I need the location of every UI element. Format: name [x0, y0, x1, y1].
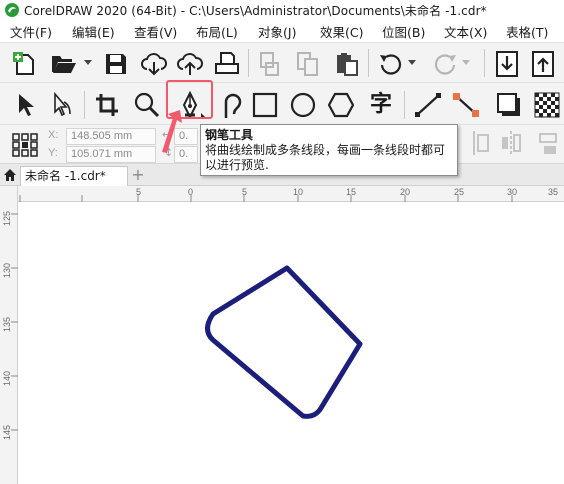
- menu-object[interactable]: 对象(J): [248, 22, 310, 41]
- document-tab[interactable]: 未命名 -1.cdr*: [20, 166, 128, 186]
- import-icon[interactable]: [496, 51, 518, 77]
- paste-icon[interactable]: [334, 51, 360, 77]
- new-document-icon[interactable]: [12, 51, 38, 77]
- drop-shadow-tool-icon[interactable]: [496, 92, 522, 118]
- menu-edit[interactable]: 编辑(E): [62, 22, 124, 41]
- align-horizontal-icon[interactable]: [538, 131, 560, 157]
- open-folder-icon[interactable]: [50, 52, 78, 76]
- vruler-tick: 145: [2, 424, 12, 440]
- pen-drawn-shape[interactable]: [205, 265, 363, 419]
- x-coordinate-label: X:: [48, 129, 59, 141]
- x-coordinate-input[interactable]: 148.505 mm: [66, 128, 156, 145]
- menu-layout[interactable]: 布局(L): [186, 22, 248, 41]
- menu-bar: 文件(F) 编辑(E) 查看(V) 布局(L) 对象(J) 效果(C) 位图(B…: [0, 20, 564, 42]
- add-tab-button[interactable]: +: [130, 167, 146, 184]
- cut-icon[interactable]: [258, 51, 282, 77]
- save-icon[interactable]: [104, 52, 128, 76]
- menu-bitmaps[interactable]: 位图(B): [372, 22, 434, 41]
- redo-icon[interactable]: [432, 52, 458, 76]
- vruler-tick: 140: [2, 370, 12, 386]
- export-icon[interactable]: [532, 51, 554, 77]
- hruler-tick: 10: [293, 187, 304, 197]
- hruler-tick: 25: [454, 187, 465, 197]
- menu-file[interactable]: 文件(F): [0, 22, 62, 41]
- object-origin-icon[interactable]: [12, 133, 38, 157]
- print-icon[interactable]: [214, 51, 240, 77]
- y-coordinate-input[interactable]: 105.071 mm: [66, 146, 156, 163]
- connector-tool-icon[interactable]: [452, 92, 480, 118]
- pick-tool-icon[interactable]: [14, 92, 36, 118]
- menu-text[interactable]: 文本(X): [434, 22, 496, 41]
- ellipse-tool-icon[interactable]: [290, 92, 316, 118]
- rectangle-tool-icon[interactable]: [252, 92, 278, 118]
- vruler-tick: 125: [2, 210, 12, 226]
- hruler-tick: 5: [136, 187, 142, 197]
- pointer-arrow-icon: [162, 110, 182, 153]
- window-title: CorelDRAW 2020 (64-Bit) - C:\Users\Admin…: [24, 3, 487, 18]
- menu-effects[interactable]: 效果(C): [310, 22, 372, 41]
- menu-view[interactable]: 查看(V): [124, 22, 186, 41]
- vruler-tick: 130: [2, 262, 12, 278]
- open-dropdown-chevron-icon[interactable]: [84, 60, 92, 66]
- undo-icon[interactable]: [378, 52, 404, 76]
- cloud-download-icon[interactable]: [140, 51, 168, 77]
- cloud-upload-icon[interactable]: [176, 51, 204, 77]
- text-tool-icon[interactable]: 字: [370, 92, 392, 118]
- hruler-tick: 30: [507, 187, 518, 197]
- undo-dropdown-chevron-icon[interactable]: [408, 60, 416, 66]
- horizontal-ruler[interactable]: 5 0 5 10 15 20 25 30 35: [18, 186, 564, 202]
- tooltip-title: 钢笔工具: [205, 128, 254, 142]
- hruler-tick: 0: [188, 187, 194, 197]
- convert-to-curves-icon[interactable]: [470, 129, 492, 157]
- pen-tool-tooltip: 钢笔工具 将曲线绘制成多条线段，每画一条线段时都可以进行预览.: [200, 124, 458, 176]
- artistic-media-tool-icon[interactable]: [220, 90, 244, 120]
- transparency-tool-icon[interactable]: [534, 92, 560, 118]
- coreldraw-app-icon: [5, 3, 19, 17]
- parallel-dimension-tool-icon[interactable]: [414, 92, 442, 118]
- tools-toolbar: 字: [0, 82, 564, 124]
- tooltip-description: 将曲线绘制成多条线段，每画一条线段时都可以进行预览.: [205, 143, 446, 172]
- hruler-tick: 35: [548, 187, 559, 197]
- drawing-canvas[interactable]: [19, 202, 564, 484]
- vertical-ruler[interactable]: 125 130 135 140 145: [0, 186, 18, 484]
- standard-toolbar: [0, 42, 564, 82]
- hruler-tick: 5: [242, 187, 248, 197]
- zoom-tool-icon[interactable]: [134, 92, 160, 118]
- home-icon[interactable]: [3, 168, 17, 182]
- y-coordinate-label: Y:: [48, 147, 58, 159]
- polygon-tool-icon[interactable]: [328, 92, 354, 118]
- menu-table[interactable]: 表格(T): [496, 22, 558, 41]
- align-vertical-icon[interactable]: [498, 129, 524, 157]
- vruler-tick: 135: [2, 316, 12, 332]
- redo-dropdown-chevron-icon[interactable]: [462, 60, 470, 66]
- hruler-tick: 20: [400, 187, 411, 197]
- title-bar: CorelDRAW 2020 (64-Bit) - C:\Users\Admin…: [0, 0, 564, 20]
- hruler-tick: 15: [346, 187, 357, 197]
- crop-tool-icon[interactable]: [94, 92, 120, 118]
- shape-tool-icon[interactable]: [50, 92, 74, 118]
- copy-icon[interactable]: [296, 51, 320, 77]
